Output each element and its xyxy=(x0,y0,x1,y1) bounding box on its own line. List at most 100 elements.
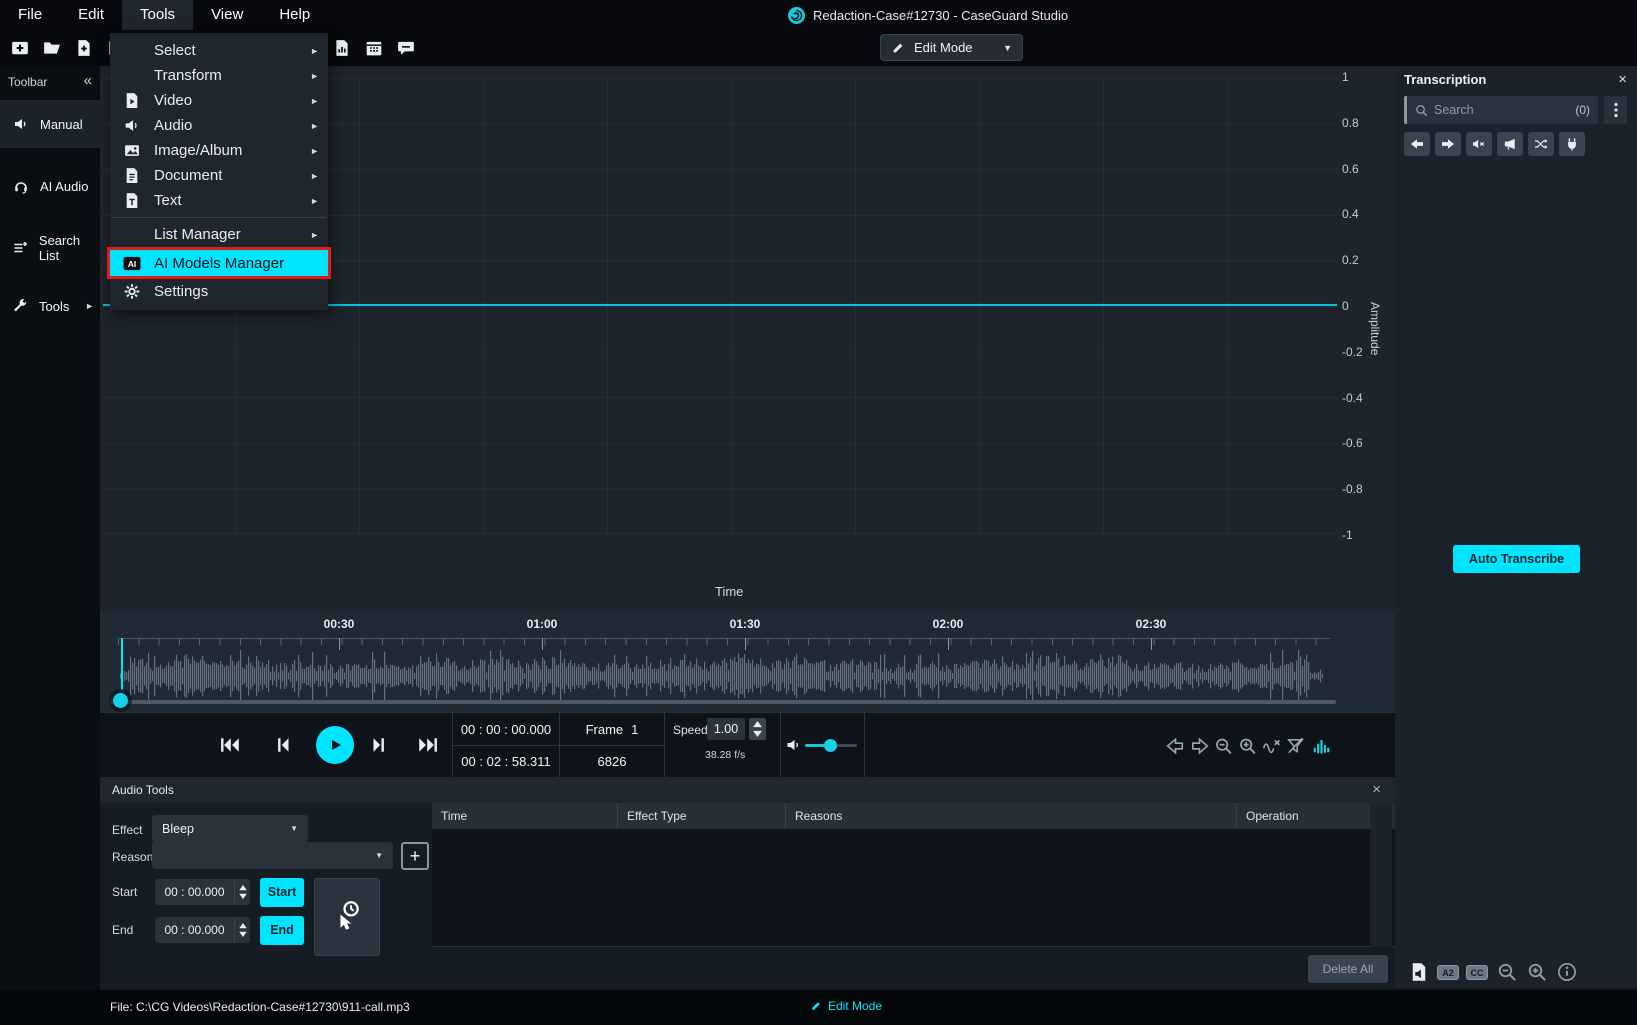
mute-word-button[interactable] xyxy=(1466,132,1492,156)
new-file-icon[interactable] xyxy=(74,39,94,57)
next-match-button[interactable] xyxy=(1435,132,1461,156)
audio-spectrum-icon[interactable] xyxy=(1312,737,1331,755)
ai-badge-icon: AI xyxy=(123,255,141,272)
plug-button[interactable] xyxy=(1559,132,1585,156)
menu-edit[interactable]: Edit xyxy=(60,0,122,30)
menu-item-settings[interactable]: Settings xyxy=(110,279,328,304)
add-reason-button[interactable]: + xyxy=(401,842,429,870)
end-time-input[interactable]: 00 : 00.000 xyxy=(155,917,250,943)
spin-down-icon[interactable] xyxy=(753,730,762,737)
pick-time-button[interactable] xyxy=(314,878,380,956)
status-mode-label: Edit Mode xyxy=(828,999,882,1013)
menu-file[interactable]: File xyxy=(0,0,60,30)
seek-slider-thumb[interactable] xyxy=(113,693,128,708)
audio-file-icon[interactable] xyxy=(1408,962,1430,982)
undo-view-icon[interactable] xyxy=(1166,737,1185,755)
sidebar-item-tools[interactable]: Tools ► xyxy=(0,282,100,330)
closed-captions-icon[interactable]: CC xyxy=(1466,965,1488,980)
sidebar-item-search-list[interactable]: Search List xyxy=(0,224,100,272)
chat-icon[interactable] xyxy=(396,39,416,57)
search-input[interactable] xyxy=(1434,103,1569,117)
skip-to-start-button[interactable] xyxy=(218,735,240,755)
menu-view[interactable]: View xyxy=(193,0,261,30)
spin-up-icon[interactable] xyxy=(753,721,762,728)
speed-input[interactable]: 1.00 xyxy=(707,718,745,740)
search-list-icon xyxy=(12,240,29,256)
audio-tools-header: Audio Tools × xyxy=(100,777,1395,803)
sidebar-item-manual[interactable]: Manual xyxy=(0,100,100,148)
effect-select[interactable]: Bleep ▼ xyxy=(152,815,308,842)
zoom-in-icon[interactable] xyxy=(1238,737,1257,755)
mark-start-button[interactable]: Start xyxy=(260,878,304,907)
menu-item-transform[interactable]: Transform► xyxy=(110,63,328,88)
play-button[interactable] xyxy=(316,726,354,764)
edit-mode-dropdown[interactable]: Edit Mode ▼ xyxy=(880,34,1023,61)
filter-off-icon[interactable] xyxy=(1286,737,1305,755)
speed-label: Speed xyxy=(673,723,708,737)
menu-help[interactable]: Help xyxy=(261,0,328,30)
edit-mode-label: Edit Mode xyxy=(914,40,994,55)
announce-button[interactable] xyxy=(1497,132,1523,156)
calendar-icon[interactable] xyxy=(364,39,384,57)
menu-item-select[interactable]: Select► xyxy=(110,38,328,63)
mark-end-button[interactable]: End xyxy=(260,916,304,945)
menu-item-audio[interactable]: Audio► xyxy=(110,113,328,138)
zoom-out-icon[interactable] xyxy=(1496,962,1518,982)
table-scrollbar[interactable] xyxy=(1370,803,1392,947)
column-header-effect-type[interactable]: Effect Type xyxy=(618,803,786,829)
translate-icon[interactable]: A2 xyxy=(1437,965,1459,980)
skip-to-end-button[interactable] xyxy=(418,735,440,755)
start-time-input[interactable]: 00 : 00.000 xyxy=(155,879,250,905)
menu-tools[interactable]: Tools xyxy=(122,0,193,30)
overview-waveform[interactable] xyxy=(118,648,1330,704)
svg-text:AI: AI xyxy=(128,259,137,269)
speaker-icon xyxy=(123,117,141,134)
search-options-button[interactable] xyxy=(1604,96,1627,124)
sidebar-item-ai-audio[interactable]: AI Audio xyxy=(0,162,100,210)
menu-item-document[interactable]: Document► xyxy=(110,163,328,188)
volume-icon[interactable] xyxy=(785,737,802,753)
y-axis-label: Amplitude xyxy=(1368,302,1382,355)
menu-item-video[interactable]: Video► xyxy=(110,88,328,113)
playhead-cursor[interactable] xyxy=(121,638,123,690)
effects-table-body[interactable] xyxy=(432,829,1492,947)
caseguard-studio-window: File Edit Tools View Help Redaction-Case… xyxy=(0,0,1637,1025)
seek-slider-track[interactable] xyxy=(110,700,1336,704)
previous-frame-button[interactable] xyxy=(272,735,294,755)
open-folder-icon[interactable] xyxy=(42,39,62,57)
shuffle-button[interactable] xyxy=(1528,132,1554,156)
transcription-search-box[interactable]: (0) xyxy=(1404,96,1598,124)
redo-view-icon[interactable] xyxy=(1190,737,1209,755)
menu-item-list-manager[interactable]: List Manager► xyxy=(110,222,328,247)
left-sidebar: Toolbar « Manual AI Audio Search List To… xyxy=(0,66,100,990)
zoom-in-icon[interactable] xyxy=(1526,962,1548,982)
close-icon[interactable]: × xyxy=(1372,781,1381,798)
time-label: 01:00 xyxy=(527,617,558,631)
new-case-icon[interactable] xyxy=(10,39,30,57)
menu-item-text[interactable]: Text► xyxy=(110,188,328,213)
previous-match-button[interactable] xyxy=(1404,132,1430,156)
speed-spinner[interactable] xyxy=(749,718,766,740)
clear-selection-icon[interactable] xyxy=(1262,737,1281,755)
report-icon[interactable] xyxy=(332,39,352,57)
frame-label: Frame xyxy=(586,722,624,737)
headset-icon xyxy=(12,178,30,194)
next-frame-button[interactable] xyxy=(368,735,390,755)
zoom-out-icon[interactable] xyxy=(1214,737,1233,755)
column-header-operation[interactable]: Operation xyxy=(1237,803,1370,829)
column-header-reasons[interactable]: Reasons xyxy=(786,803,1237,829)
column-header-time[interactable]: Time xyxy=(432,803,618,829)
close-icon[interactable]: × xyxy=(1618,71,1627,88)
volume-slider-thumb[interactable] xyxy=(824,739,837,752)
info-icon[interactable] xyxy=(1556,962,1578,982)
reasons-select[interactable]: ▼ xyxy=(152,842,393,869)
collapse-sidebar-icon[interactable]: « xyxy=(84,72,92,89)
effect-value: Bleep xyxy=(162,822,290,836)
start-time-spinner[interactable] xyxy=(234,879,250,905)
menu-item-ai-models-manager[interactable]: AI AI Models Manager xyxy=(110,250,328,276)
auto-transcribe-button[interactable]: Auto Transcribe xyxy=(1453,545,1580,573)
delete-all-button[interactable]: Delete All xyxy=(1308,955,1388,983)
end-time-spinner[interactable] xyxy=(234,917,250,943)
menu-item-image-album[interactable]: Image/Album► xyxy=(110,138,328,163)
sidebar-item-label: AI Audio xyxy=(40,179,88,194)
